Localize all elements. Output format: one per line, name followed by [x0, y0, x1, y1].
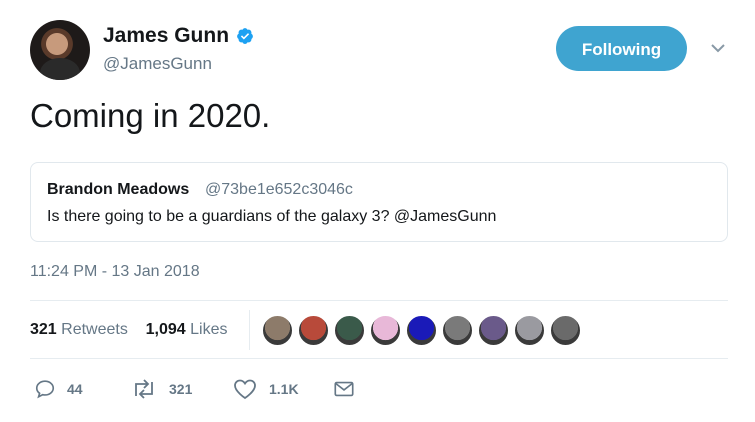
retweets-stat[interactable]: 321 Retweets	[30, 321, 128, 338]
liker-avatar[interactable]	[370, 315, 401, 346]
quoted-tweet-author-name: Brandon Meadows	[47, 181, 190, 198]
liker-avatar[interactable]	[298, 315, 329, 346]
reply-count: 44	[67, 381, 83, 397]
author-display-name[interactable]: James Gunn	[103, 24, 229, 48]
liker-avatar[interactable]	[514, 315, 545, 346]
tweet-timestamp[interactable]: 11:24 PM - 13 Jan 2018	[30, 263, 200, 281]
liker-avatar[interactable]	[478, 315, 509, 346]
quoted-tweet-author-handle: @73be1e652c3046c	[205, 181, 353, 198]
verified-badge-icon	[237, 28, 253, 44]
likes-stat[interactable]: 1,094 Likes	[146, 321, 228, 338]
divider	[30, 300, 728, 301]
like-count: 1.1K	[269, 381, 299, 397]
retweets-count: 321	[30, 321, 57, 338]
chevron-down-icon[interactable]	[710, 42, 726, 54]
liker-avatar[interactable]	[262, 315, 293, 346]
likes-count: 1,094	[145, 321, 186, 338]
reply-icon	[35, 380, 55, 399]
quoted-tweet[interactable]: Brandon Meadows @73be1e652c3046c Is ther…	[30, 162, 728, 242]
stats-separator	[249, 310, 250, 350]
following-button[interactable]: Following	[556, 26, 687, 71]
author-handle[interactable]: @JamesGunn	[103, 54, 212, 74]
tweet-text: Coming in 2020.	[30, 97, 271, 134]
envelope-icon	[334, 381, 354, 397]
author-avatar[interactable]	[30, 20, 90, 80]
liker-avatar[interactable]	[406, 315, 437, 346]
likes-label: Likes	[190, 321, 228, 338]
tweet-actions: 44 321 1.1K	[30, 375, 430, 405]
heart-icon	[234, 379, 256, 400]
liker-avatar[interactable]	[442, 315, 473, 346]
retweet-icon	[135, 379, 153, 399]
quoted-tweet-text: Is there going to be a guardians of the …	[47, 208, 497, 225]
retweets-label: Retweets	[61, 321, 128, 338]
liker-avatar[interactable]	[550, 315, 581, 346]
liker-avatar[interactable]	[334, 315, 365, 346]
retweet-count: 321	[169, 381, 193, 397]
tweet-stats: 321 Retweets 1,094 Likes	[30, 321, 228, 339]
divider	[30, 358, 728, 359]
